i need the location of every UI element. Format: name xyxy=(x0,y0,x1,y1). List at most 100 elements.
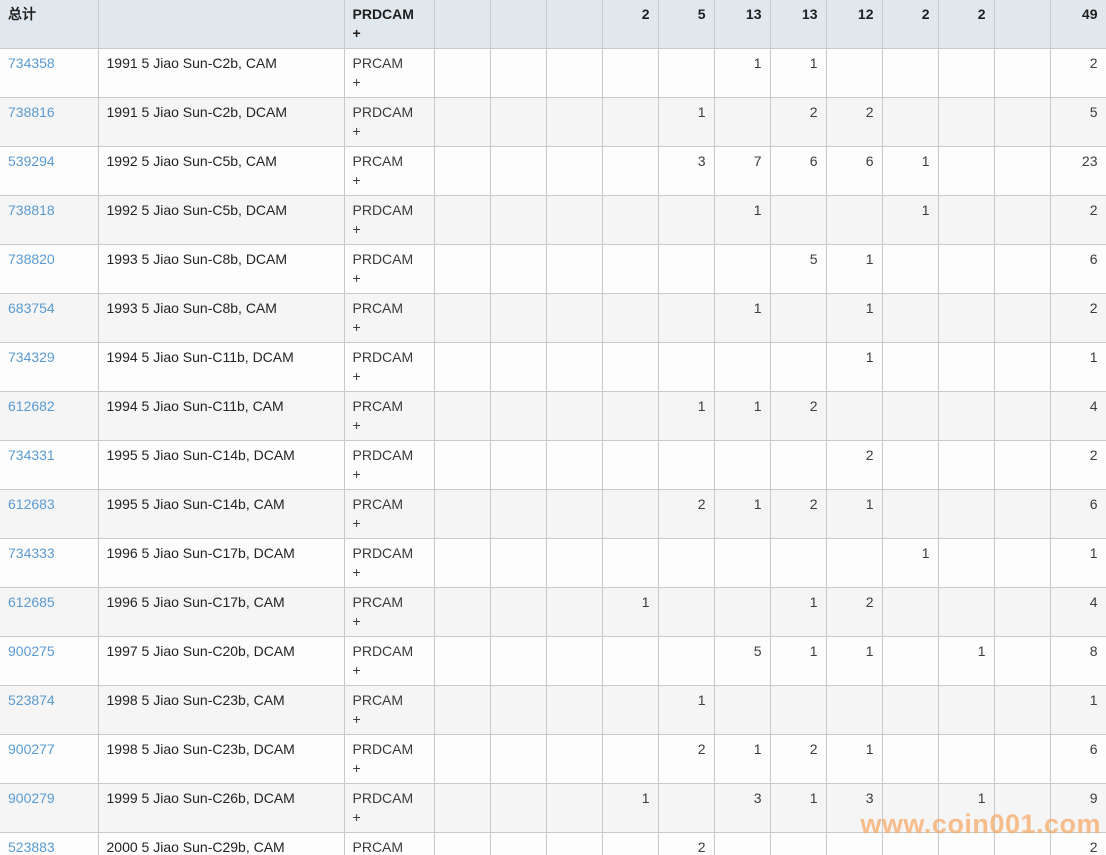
table-row: 738820 1993 5 Jiao Sun-C8b, DCAM PRDCAM + 5 1… xyxy=(0,244,1106,294)
value-cell: 1 xyxy=(826,244,883,294)
value-cell xyxy=(434,244,491,294)
value-cell xyxy=(994,97,1051,147)
value-cell xyxy=(938,244,995,294)
table-row: 612685 1996 5 Jiao Sun-C17b, CAM PRCAM +1 1 2… xyxy=(0,587,1106,637)
value-cell: 1 xyxy=(770,587,827,637)
description-cell: 1992 5 Jiao Sun-C5b, DCAM xyxy=(98,195,345,245)
value-cell xyxy=(434,342,491,392)
value-cell xyxy=(490,734,547,784)
coin-id-link[interactable]: 734329 xyxy=(8,349,55,365)
id-cell: 734358 xyxy=(0,48,99,98)
value-cell xyxy=(994,489,1051,539)
value-cell xyxy=(714,244,771,294)
value-cell xyxy=(546,146,603,196)
coin-id-link[interactable]: 734358 xyxy=(8,55,55,71)
value-cell: 1 xyxy=(658,685,715,735)
value-cell: 2 xyxy=(770,391,827,441)
value-cell xyxy=(490,538,547,588)
grade-cell: PRCAM+ xyxy=(344,832,435,855)
grade-cell: PRDCAM + xyxy=(344,342,435,392)
value-cell xyxy=(882,734,939,784)
coin-id-link[interactable]: 612685 xyxy=(8,594,55,610)
value-cell xyxy=(546,489,603,539)
grade-cell: PRDCAM + xyxy=(344,636,435,686)
value-cell xyxy=(994,146,1051,196)
coin-id-link[interactable]: 523874 xyxy=(8,692,55,708)
header-total-label: 总计 xyxy=(0,0,99,49)
value-cell: 2 xyxy=(770,734,827,784)
value-cell xyxy=(994,195,1051,245)
value-cell xyxy=(882,440,939,490)
value-cell: 1 xyxy=(658,97,715,147)
value-cell xyxy=(434,146,491,196)
row-total-cell: 2 xyxy=(1050,195,1106,245)
value-cell xyxy=(882,587,939,637)
value-cell xyxy=(994,587,1051,637)
value-cell xyxy=(434,391,491,441)
id-cell: 539294 xyxy=(0,146,99,196)
description-cell: 1993 5 Jiao Sun-C8b, CAM xyxy=(98,293,345,343)
value-cell: 6 xyxy=(770,146,827,196)
description-cell: 1993 5 Jiao Sun-C8b, DCAM xyxy=(98,244,345,294)
table-row: 683754 1993 5 Jiao Sun-C8b, CAM PRCAM + 1 1 2 xyxy=(0,293,1106,343)
coin-id-link[interactable]: 738820 xyxy=(8,251,55,267)
coin-id-link[interactable]: 900277 xyxy=(8,741,55,757)
value-cell xyxy=(994,342,1051,392)
value-cell xyxy=(546,293,603,343)
coin-id-link[interactable]: 539294 xyxy=(8,153,55,169)
value-cell xyxy=(938,489,995,539)
value-cell xyxy=(490,440,547,490)
grade-cell: PRDCAM + xyxy=(344,783,435,833)
grade-cell: PRDCAM + xyxy=(344,734,435,784)
coin-id-link[interactable]: 738818 xyxy=(8,202,55,218)
coin-id-link[interactable]: 734331 xyxy=(8,447,55,463)
value-cell xyxy=(434,832,491,855)
coin-id-link[interactable]: 738816 xyxy=(8,104,55,120)
value-cell xyxy=(658,342,715,392)
description-cell: 1995 5 Jiao Sun-C14b, DCAM xyxy=(98,440,345,490)
value-cell: 1 xyxy=(882,146,939,196)
value-cell: 2 xyxy=(770,489,827,539)
value-cell xyxy=(602,244,659,294)
description-cell: 1999 5 Jiao Sun-C26b, DCAM xyxy=(98,783,345,833)
value-cell xyxy=(546,832,603,855)
table-header-row: 总计 PRDCAM +2 5 13 13 12 2 2 49 xyxy=(0,0,1106,49)
coin-id-link[interactable]: 683754 xyxy=(8,300,55,316)
value-cell xyxy=(770,195,827,245)
grade-cell: PRDCAM + xyxy=(344,244,435,294)
coin-id-link[interactable]: 523883 xyxy=(8,839,55,855)
value-cell: 5 xyxy=(714,636,771,686)
id-cell: 900275 xyxy=(0,636,99,686)
coin-id-link[interactable]: 734333 xyxy=(8,545,55,561)
value-cell xyxy=(938,293,995,343)
table-row: 900275 1997 5 Jiao Sun-C20b, DCAM PRDCAM + 5… xyxy=(0,636,1106,686)
id-cell: 734331 xyxy=(0,440,99,490)
value-cell xyxy=(490,636,547,686)
value-cell xyxy=(490,832,547,855)
value-cell xyxy=(826,685,883,735)
coin-id-link[interactable]: 612683 xyxy=(8,496,55,512)
value-cell xyxy=(938,440,995,490)
header-count xyxy=(490,0,547,49)
value-cell xyxy=(602,440,659,490)
row-total-cell: 6 xyxy=(1050,244,1106,294)
grade-cell: PRCAM+ xyxy=(344,587,435,637)
description-cell: 1998 5 Jiao Sun-C23b, CAM xyxy=(98,685,345,735)
coin-id-link[interactable]: 900279 xyxy=(8,790,55,806)
coin-id-link[interactable]: 900275 xyxy=(8,643,55,659)
value-cell xyxy=(602,342,659,392)
value-cell: 1 xyxy=(714,195,771,245)
row-total-cell: 4 xyxy=(1050,587,1106,637)
coin-id-link[interactable]: 612682 xyxy=(8,398,55,414)
id-cell: 734333 xyxy=(0,538,99,588)
value-cell xyxy=(546,195,603,245)
value-cell: 1 xyxy=(938,783,995,833)
value-cell xyxy=(714,587,771,637)
table-row: 523883 2000 5 Jiao Sun-C29b, CAMPRCAM+ 2 2 xyxy=(0,832,1106,855)
value-cell xyxy=(602,48,659,98)
value-cell xyxy=(490,97,547,147)
value-cell xyxy=(714,832,771,855)
value-cell xyxy=(994,685,1051,735)
value-cell xyxy=(490,783,547,833)
value-cell xyxy=(546,636,603,686)
